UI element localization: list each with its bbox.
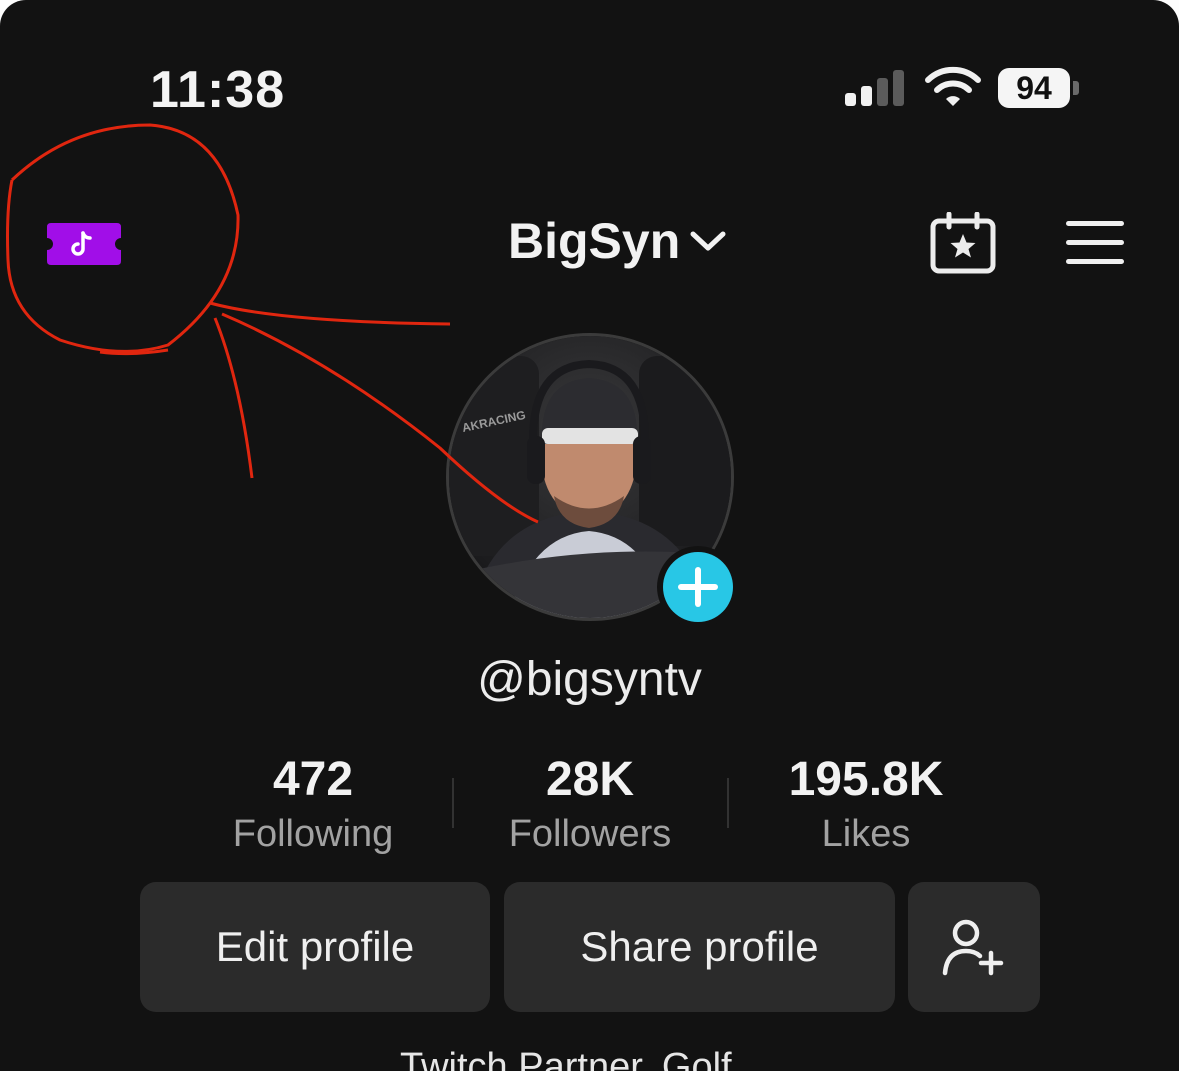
add-story-button[interactable] bbox=[657, 546, 739, 628]
add-friend-button[interactable] bbox=[908, 882, 1040, 1012]
stat-divider bbox=[727, 778, 729, 828]
hamburger-menu-icon[interactable] bbox=[1066, 221, 1124, 265]
stat-label: Followers bbox=[508, 813, 672, 855]
account-switcher[interactable]: BigSyn bbox=[508, 210, 728, 272]
stat-label: Likes bbox=[821, 813, 911, 855]
stat-value: 195.8K bbox=[788, 753, 944, 806]
profile-bio: Twitch Partner. Golf bbox=[400, 1046, 732, 1071]
stat-following[interactable]: 472 Following bbox=[213, 752, 413, 856]
plus-icon bbox=[678, 567, 718, 607]
stat-likes[interactable]: 195.8K Likes bbox=[756, 752, 976, 856]
calendar-star-icon[interactable] bbox=[930, 212, 996, 274]
chevron-down-icon bbox=[690, 231, 726, 251]
share-profile-button[interactable]: Share profile bbox=[504, 882, 895, 1012]
edit-profile-button[interactable]: Edit profile bbox=[140, 882, 490, 1012]
stat-followers[interactable]: 28K Followers bbox=[490, 752, 690, 856]
profile-screen: 11:38 94 BigSyn AKRACING @bigsyntv 472 F… bbox=[0, 0, 1179, 1071]
add-user-icon bbox=[942, 919, 1004, 976]
status-time: 11:38 bbox=[150, 61, 286, 119]
profile-handle: @bigsyntv bbox=[477, 653, 702, 706]
tiktok-ticket-icon[interactable] bbox=[47, 223, 121, 265]
username-title: BigSyn bbox=[508, 213, 681, 269]
cellular-signal-icon bbox=[845, 70, 907, 106]
stat-label: Following bbox=[232, 813, 394, 855]
stat-value: 472 bbox=[272, 753, 354, 806]
stat-divider bbox=[452, 778, 454, 828]
battery-level: 94 bbox=[998, 68, 1070, 108]
battery-icon: 94 bbox=[998, 68, 1080, 108]
stat-value: 28K bbox=[545, 753, 635, 806]
wifi-icon bbox=[925, 66, 981, 106]
